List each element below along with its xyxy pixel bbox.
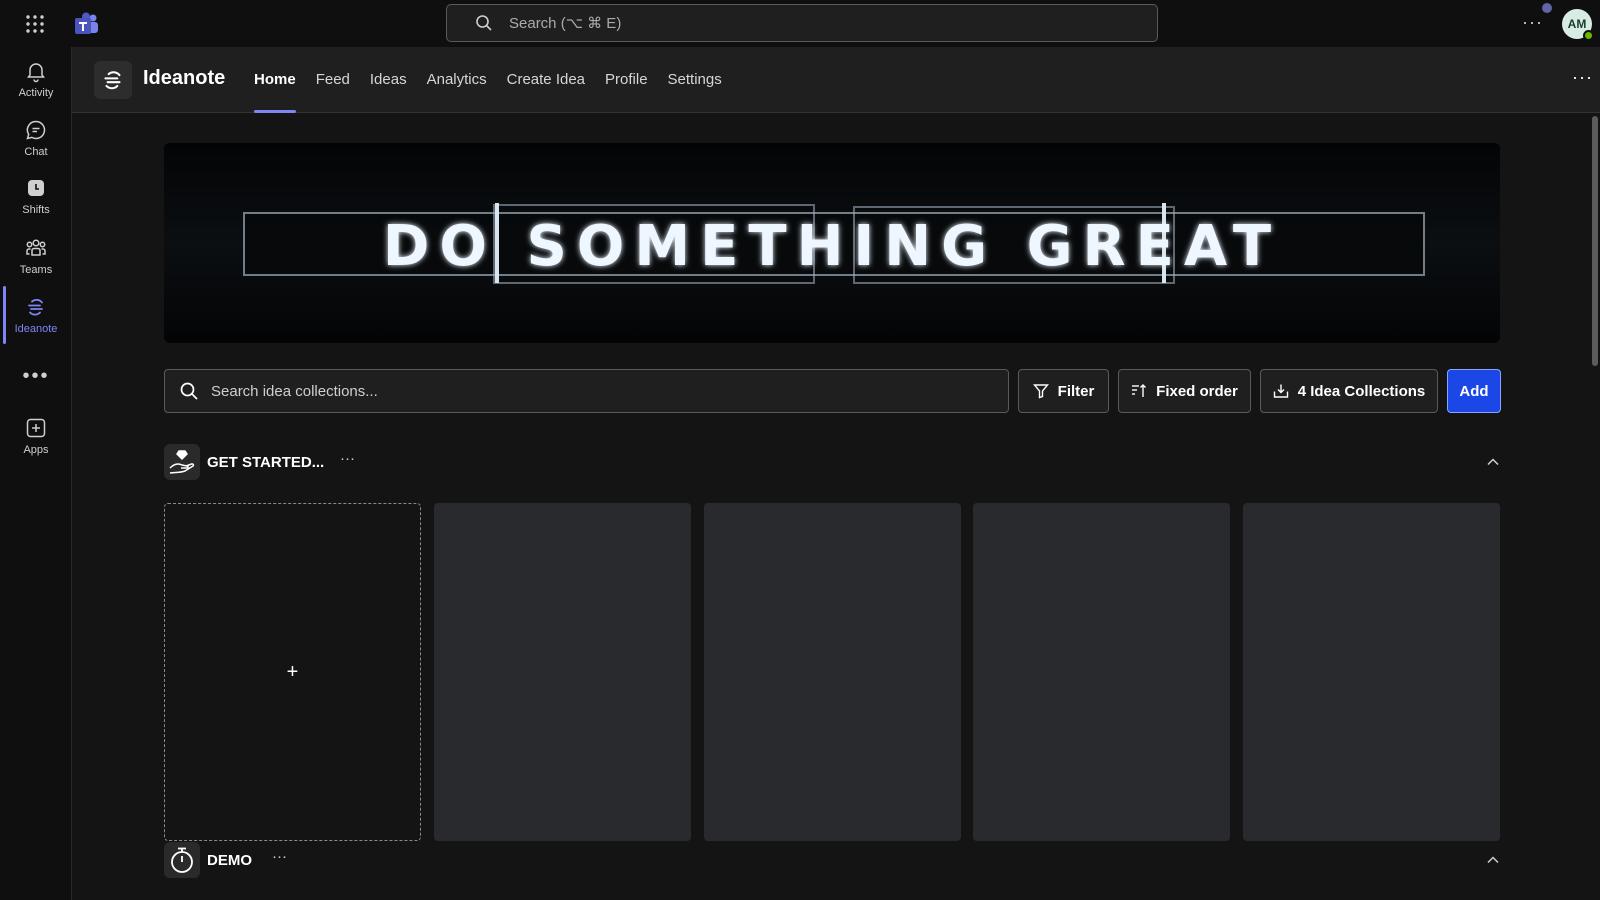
rail-item-label: Shifts [22,204,50,216]
section-icon [164,842,200,878]
rail-item-activity[interactable]: Activity [0,50,72,108]
search-icon [180,382,198,400]
rail-item-label: Ideanote [14,323,58,335]
app-tabs: Home Feed Ideas Analytics Create Idea Pr… [254,47,742,113]
collection-card-placeholder[interactable] [704,503,961,841]
rail-item-label: Apps [23,444,49,456]
app-title: Ideanote [143,67,226,89]
clock-icon [28,180,44,196]
notification-dot [1542,3,1552,13]
add-icon: + [286,660,299,683]
neon-sign-image: DO SOMETHING GREAT [164,143,1500,343]
section-icon [164,444,200,480]
scrollbar-thumb[interactable] [1592,116,1598,366]
section-more-icon[interactable]: ··· [272,848,287,865]
collection-card-placeholder[interactable] [434,503,691,841]
tab-feed[interactable]: Feed [316,47,350,113]
tab-create-idea[interactable]: Create Idea [507,47,585,113]
rail-item-apps[interactable]: Apps [0,407,72,465]
filter-button[interactable]: Filter [1018,369,1109,413]
top-bar: Search (⌥ ⌘ E) ··· AM [0,0,1600,47]
collections-count-label: 4 Idea Collections [1297,382,1426,400]
chat-icon [26,120,46,140]
collection-card-placeholder[interactable] [1243,503,1500,841]
collection-search-input[interactable] [211,382,991,400]
app-header: Ideanote Home Feed Ideas Analytics Creat… [72,47,1600,113]
tab-settings[interactable]: Settings [668,47,722,113]
filter-label: Filter [1057,382,1095,400]
chevron-up-icon[interactable] [1486,455,1500,469]
rail-item-label: Teams [19,264,53,276]
hero-banner: DO SOMETHING GREAT [164,143,1500,343]
main-content: DO SOMETHING GREAT Filter [72,113,1600,900]
rail-item-ideanote[interactable]: Ideanote [0,286,72,344]
rail-item-shifts[interactable]: Shifts [0,167,72,225]
avatar[interactable]: AM [1562,9,1594,41]
section-more-icon[interactable]: ··· [340,450,355,467]
app-area: Ideanote Home Feed Ideas Analytics Creat… [72,47,1600,900]
avatar-initials: AM [1567,17,1587,31]
sort-order-button[interactable]: Fixed order [1118,369,1251,413]
filter-icon [1032,384,1049,399]
rail-item-label: Chat [24,146,48,158]
collection-cards: + [164,503,1500,841]
app-more-icon[interactable]: ··· [1572,67,1593,88]
add-collection-card[interactable]: + [164,503,421,841]
scrollbar[interactable] [1588,113,1600,900]
inbox-download-icon [1273,384,1288,398]
section-title: GET STARTED... [207,454,325,471]
section-header-get-started: GET STARTED... ··· [164,444,1500,480]
collections-count-button[interactable]: 4 Idea Collections [1260,369,1438,413]
sort-icon [1132,384,1147,397]
left-rail: Activity Chat Shifts Teams Ideanote ••• [0,47,72,900]
tab-profile[interactable]: Profile [605,47,648,113]
add-button[interactable]: Add [1447,369,1501,413]
teams-logo-icon [75,12,98,34]
section-title: DEMO [207,852,252,869]
global-search-input[interactable]: Search (⌥ ⌘ E) [446,4,1158,42]
plus-square-icon [26,418,46,438]
chevron-up-icon[interactable] [1486,853,1500,867]
app-launcher-icon[interactable] [24,13,46,35]
rail-item-label: Activity [18,87,54,99]
collections-toolbar: Filter Fixed order 4 Idea Collections Ad… [164,369,1501,413]
hand-diamond-icon [169,450,195,474]
tab-home[interactable]: Home [254,47,296,113]
sort-order-label: Fixed order [1156,382,1238,400]
rail-item-chat[interactable]: Chat [0,109,72,167]
ideanote-logo-icon [104,71,121,90]
more-options-icon[interactable]: ··· [1522,12,1543,33]
rail-more-icon[interactable]: ••• [0,365,72,388]
banner-neon-text: DO SOMETHING GREAT [383,214,1281,279]
search-icon [476,15,492,31]
tab-analytics[interactable]: Analytics [427,47,487,113]
bell-icon [27,63,45,83]
collection-card-placeholder[interactable] [973,503,1230,841]
section-header-demo: DEMO ··· [164,842,1500,878]
collection-search[interactable] [164,369,1009,413]
stopwatch-icon [171,847,193,873]
people-icon [26,239,46,256]
presence-indicator [1583,30,1594,41]
app-logo [94,61,132,99]
global-search-placeholder: Search (⌥ ⌘ E) [509,15,622,32]
rail-item-teams[interactable]: Teams [0,227,72,285]
tab-ideas[interactable]: Ideas [370,47,407,113]
ideanote-icon [28,298,43,316]
